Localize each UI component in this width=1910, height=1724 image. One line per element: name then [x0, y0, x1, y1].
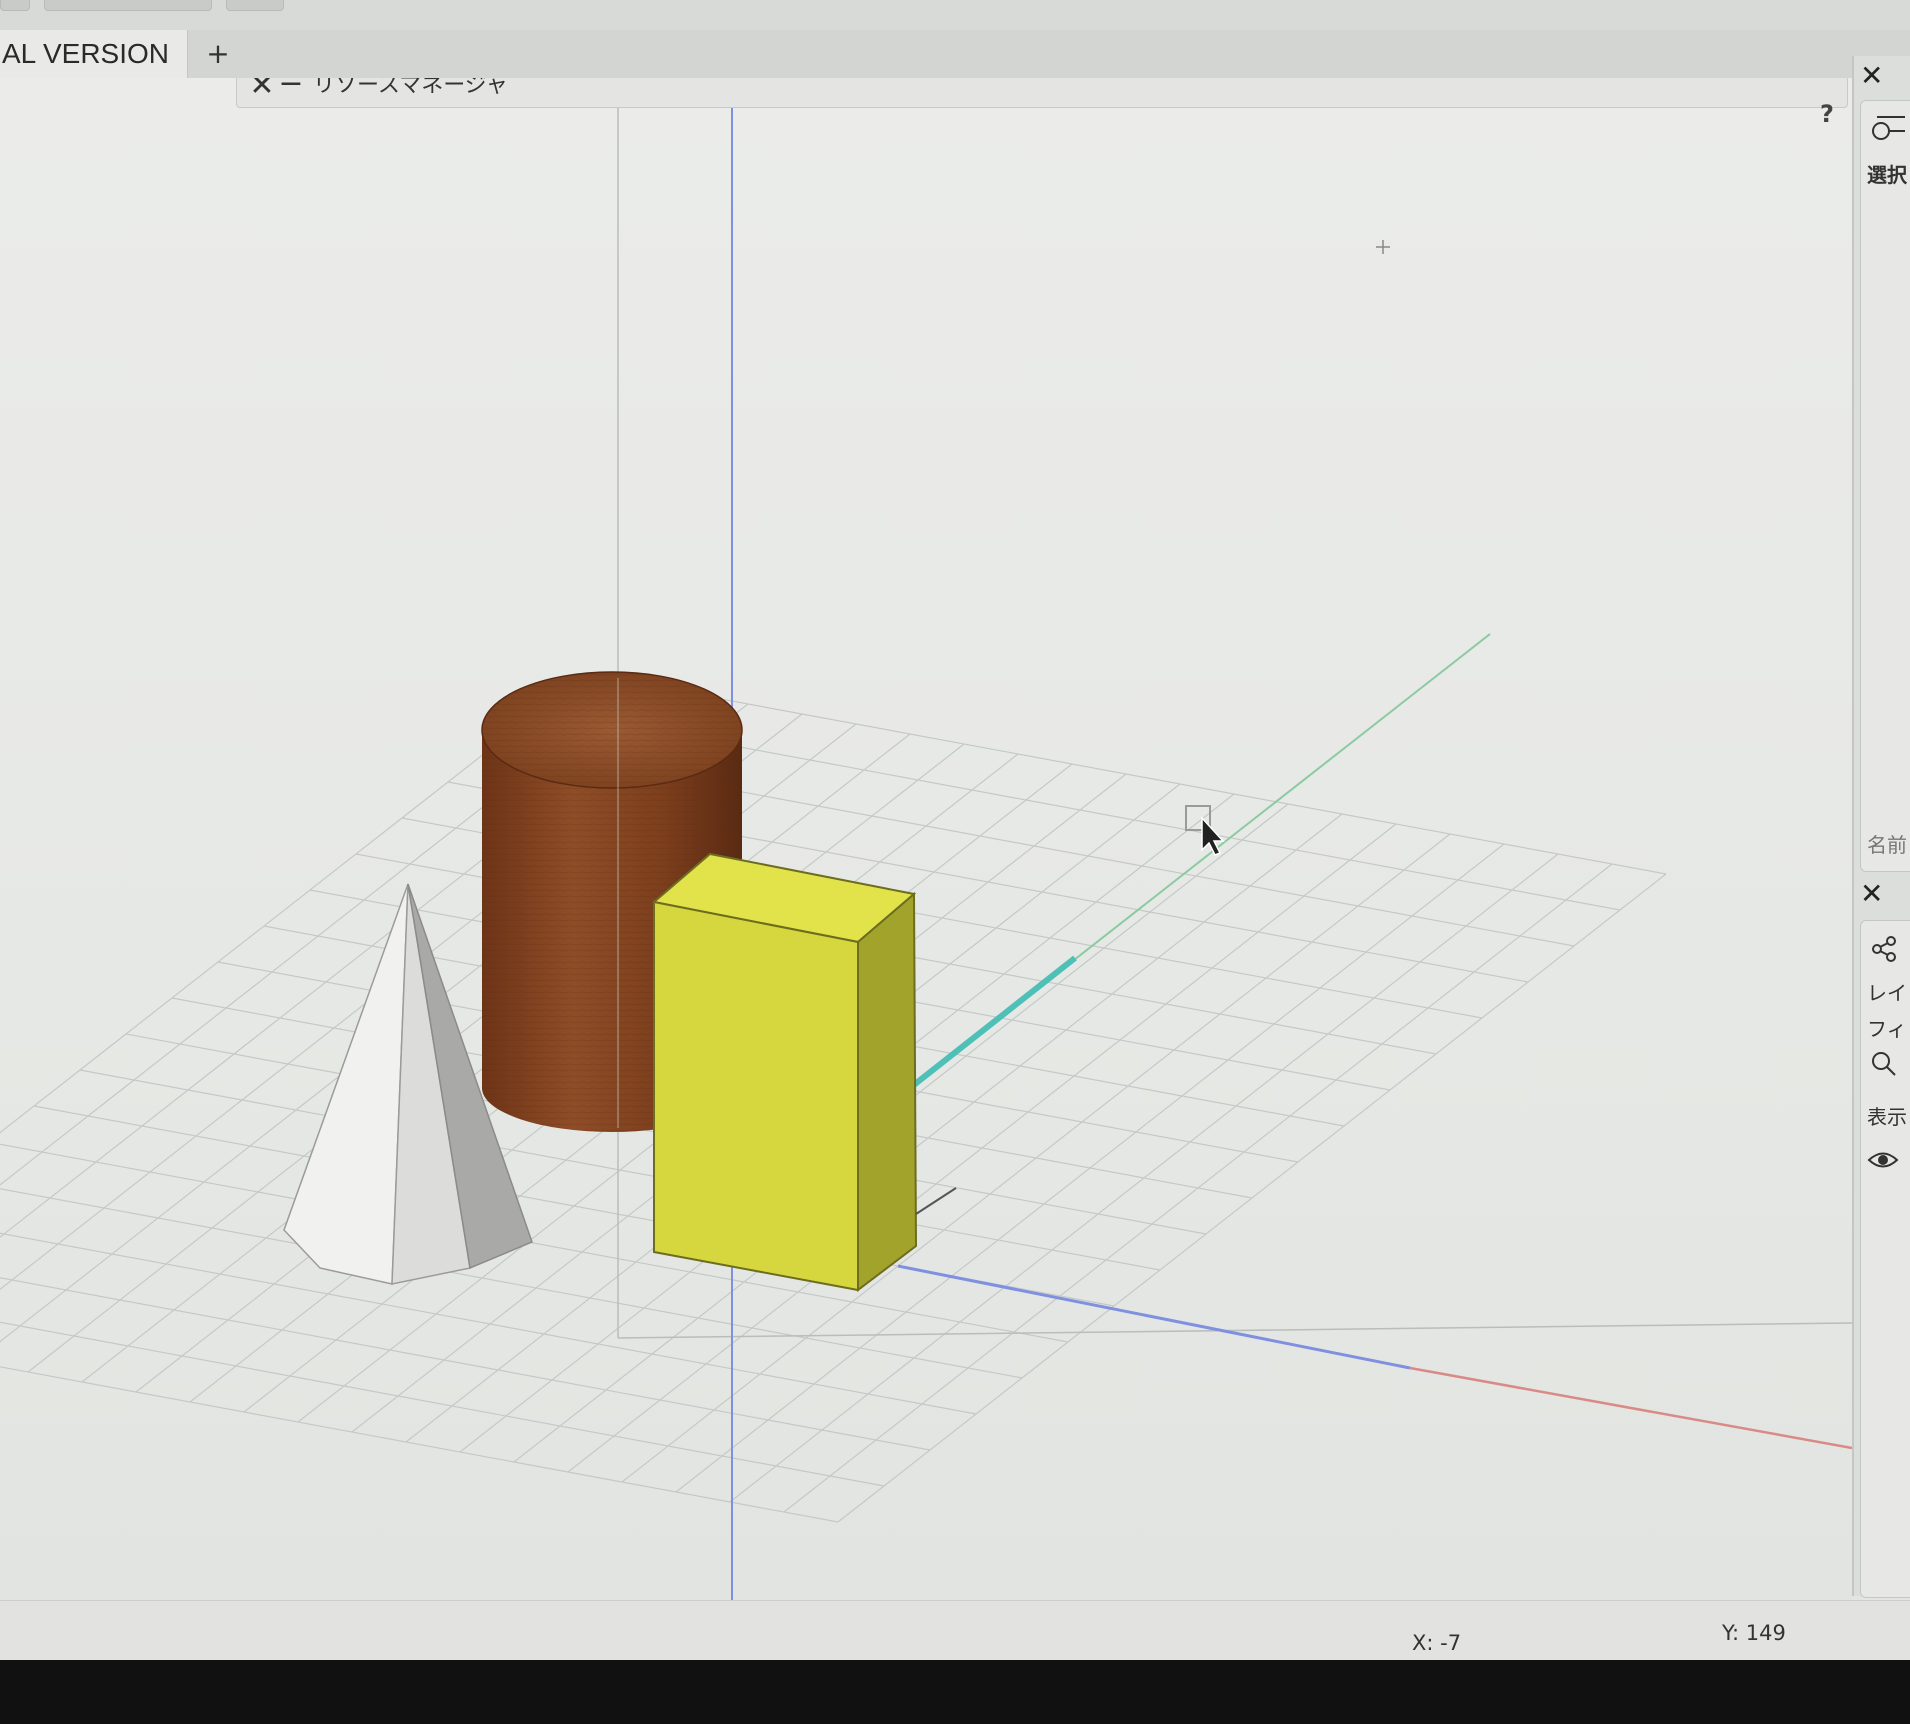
toolbar-button[interactable]	[44, 0, 212, 11]
x-axis	[1409, 1366, 1852, 1450]
panel-close-button[interactable]: ✕	[1860, 56, 1900, 96]
select-label: 選択	[1867, 163, 1907, 187]
crosshair-marker	[1376, 240, 1390, 254]
monitor-bezel	[0, 1660, 1910, 1724]
name-label: 名前	[1867, 833, 1907, 857]
document-tab-label: AL VERSION	[2, 38, 170, 69]
search-icon[interactable]	[1865, 1045, 1905, 1085]
3d-viewport[interactable]: ✕ − リソースマネージャ ?	[0, 78, 1852, 1623]
status-bar: X: -7 Y: 149	[0, 1600, 1910, 1660]
top-toolbar-strip	[0, 0, 1910, 30]
grid-line	[0, 1366, 839, 1523]
y-coordinate: Y: 149	[1722, 1621, 1786, 1645]
display-label: 表示	[1867, 1105, 1907, 1129]
filter-label: フィ	[1867, 1017, 1907, 1041]
resource-manager-panel: ✕ − リソースマネージャ	[236, 78, 1848, 108]
resource-manager-title: リソースマネージャ	[313, 78, 508, 98]
box-object[interactable]	[651, 852, 957, 1293]
document-tab-bar: AL VERSION +	[0, 30, 1910, 79]
scene-canvas	[0, 100, 1852, 1623]
right-side-panel: ✕ 選択 名前 ✕ レイ フィ 表示	[1852, 56, 1910, 1598]
eye-icon[interactable]	[1865, 1145, 1905, 1175]
y-axis-highlight	[908, 955, 1077, 1091]
app-screen: AL VERSION + ✕ − リソースマネージャ ? ✕ 選択 名前 ✕ レ…	[0, 0, 1910, 1660]
add-tab-button[interactable]: +	[200, 30, 236, 78]
layer-panel-close-button[interactable]: ✕	[1860, 874, 1900, 914]
document-tab[interactable]: AL VERSION	[0, 30, 188, 78]
guide-line	[617, 1322, 1852, 1339]
x-coordinate: X: -7	[1412, 1631, 1462, 1655]
resource-manager-close-button[interactable]: ✕	[247, 78, 277, 103]
layer-label: レイ	[1867, 981, 1907, 1005]
x-axis-blue	[897, 1264, 1411, 1370]
grid-line	[585, 673, 1667, 875]
toolbar-button[interactable]	[226, 0, 284, 11]
mouse-cursor	[1185, 805, 1225, 856]
grid-line	[0, 1321, 885, 1487]
selection-tool-panel: 選択 名前	[1860, 100, 1910, 872]
resource-manager-minimize-button[interactable]: −	[277, 78, 305, 103]
help-button[interactable]: ?	[1812, 100, 1842, 132]
toolbar-button[interactable]	[0, 0, 30, 11]
layers-icon[interactable]	[1867, 927, 1907, 967]
layer-panel: レイ フィ 表示	[1860, 920, 1910, 1598]
selection-tool-icon[interactable]	[1867, 109, 1907, 149]
